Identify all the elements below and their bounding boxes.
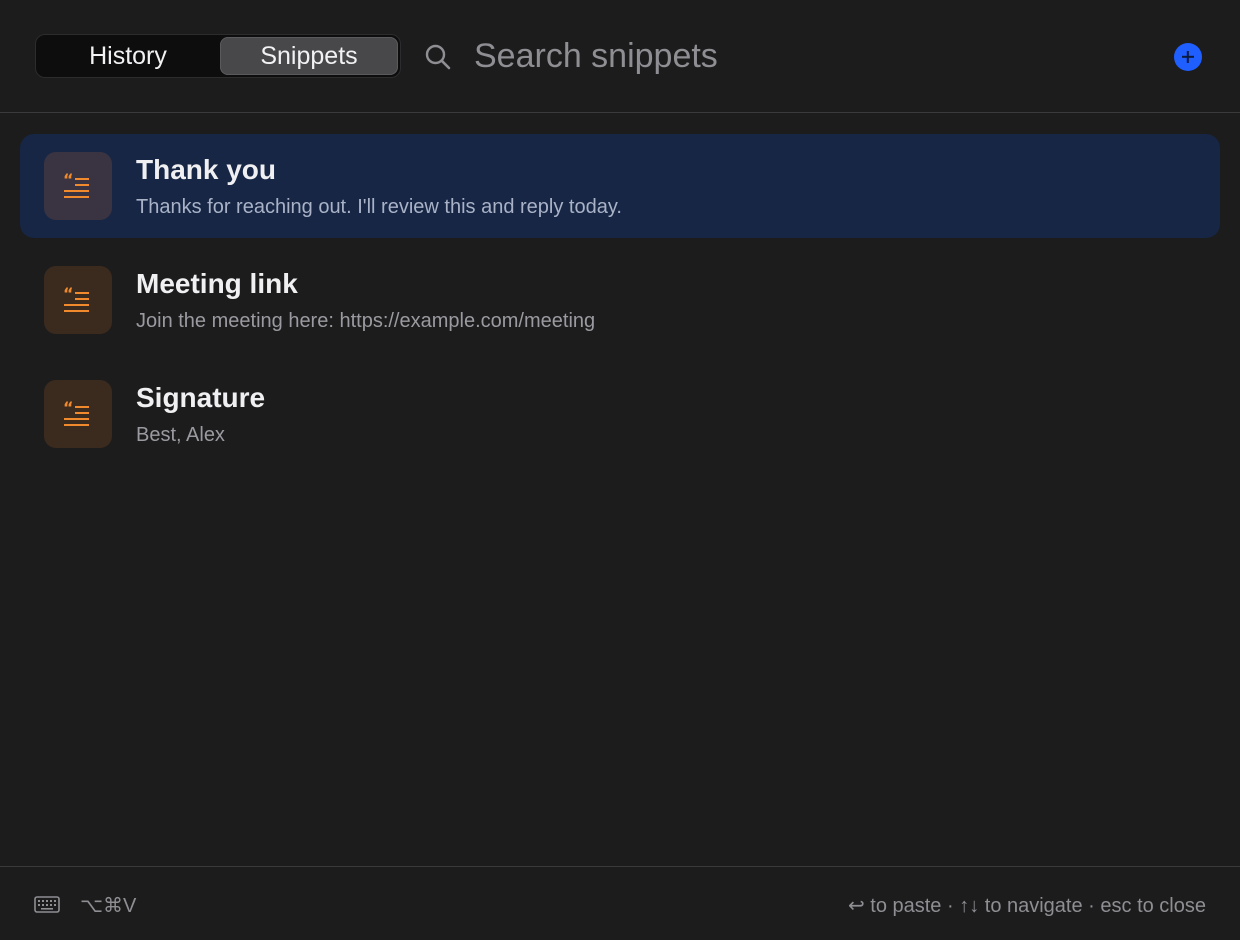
quote-text-icon: “	[44, 152, 112, 220]
footer: ⌥⌘V ↩ to paste · ↑↓ to navigate · esc to…	[0, 866, 1240, 940]
snippets-window: History Snippets “ Thank you T	[0, 0, 1240, 940]
tab-history[interactable]: History	[38, 37, 218, 75]
snippet-item-thank-you[interactable]: “ Thank you Thanks for reaching out. I'l…	[20, 134, 1220, 238]
svg-text:“: “	[63, 287, 74, 303]
svg-text:“: “	[63, 173, 74, 189]
tab-snippets[interactable]: Snippets	[220, 37, 398, 75]
svg-text:“: “	[63, 401, 74, 417]
header: History Snippets	[0, 0, 1240, 113]
snippet-preview: Thanks for reaching out. I'll review thi…	[136, 196, 622, 218]
snippet-title: Signature	[136, 382, 266, 413]
search-icon	[425, 44, 451, 70]
snippet-title: Thank you	[136, 154, 277, 185]
keyboard-icon	[34, 896, 60, 913]
global-shortcut: ⌥⌘V	[80, 895, 137, 917]
keyboard-hints: ↩ to paste · ↑↓ to navigate · esc to clo…	[847, 895, 1206, 917]
snippet-item-signature[interactable]: “ Signature Best, Alex	[20, 362, 1220, 466]
snippet-preview: Best, Alex	[136, 424, 225, 446]
snippet-preview: Join the meeting here: https://example.c…	[136, 310, 596, 332]
quote-text-icon: “	[44, 266, 112, 334]
search-input[interactable]	[472, 32, 1134, 80]
snippet-list: “ Thank you Thanks for reaching out. I'l…	[20, 134, 1220, 476]
snippet-title: Meeting link	[136, 268, 298, 299]
snippet-item-meeting-link[interactable]: “ Meeting link Join the meeting here: ht…	[20, 248, 1220, 352]
quote-text-icon: “	[44, 380, 112, 448]
mode-segmented-control: History Snippets	[35, 34, 401, 78]
add-snippet-button[interactable]	[1174, 43, 1202, 71]
